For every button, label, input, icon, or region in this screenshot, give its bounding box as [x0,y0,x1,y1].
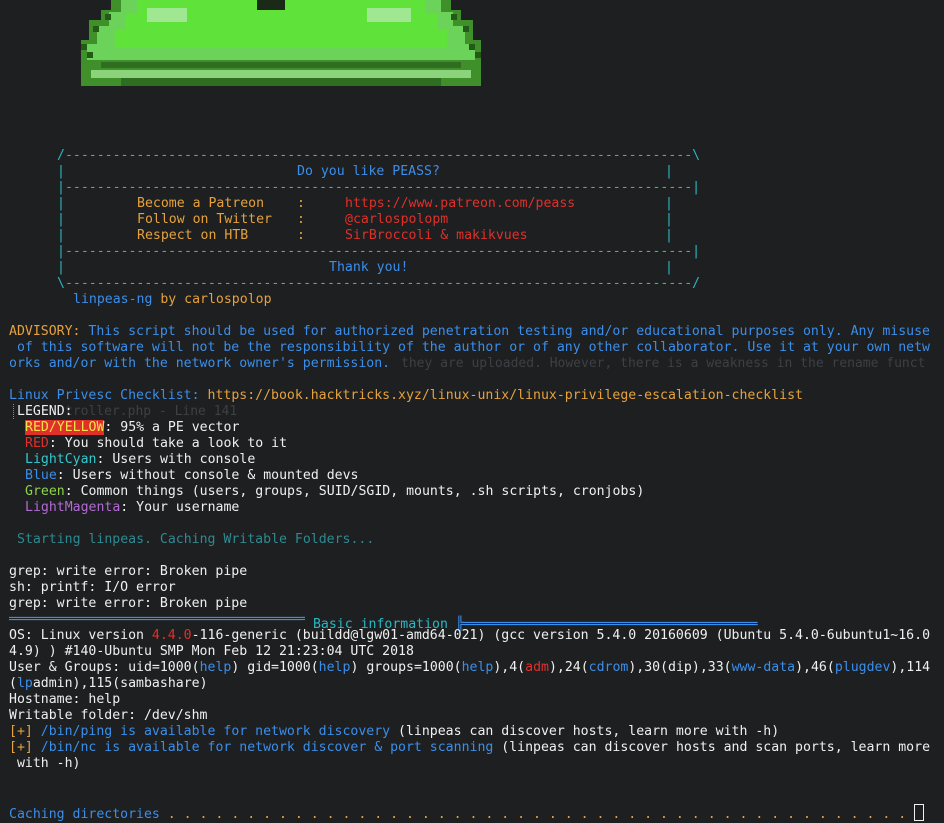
patreon-link[interactable]: https://www.patreon.com/peass [345,196,575,212]
ghost-text: troller.php - Line 141 [65,404,238,419]
banner-border: | [665,164,673,179]
patreon-sep: : [297,196,305,211]
writable-folder-line: Writable folder: /dev/shm [9,708,208,723]
error-line: sh: printf: I/O error [9,580,176,595]
advisory-line-2: of this software will not be the respons… [9,340,930,355]
user-groups-line-1: User & Groups: uid=1000(help) gid=1000(h… [9,660,931,675]
twitter-handle: @carlospolopm [345,212,449,227]
banner-thanks: Thank you! [329,260,409,275]
patreon-label: Become a Patreon [137,196,265,211]
nc-line-2: with -h) [9,756,81,771]
advisory-line-1: ADVISORY: This script should be used for… [9,324,930,339]
checklist-link[interactable]: https://book.hacktricks.xyz/linux-unix/l… [200,388,803,403]
legend-item-green: Green: Common things (users, groups, SUI… [25,484,645,499]
legend-item-lightmagenta: LightMagenta: Your username [25,500,240,515]
starting-message: Starting linpeas. Caching Writable Folde… [17,532,375,547]
caching-directories-line: Caching directories . . . . . . . . . . … [9,804,925,822]
os-line-1: OS: Linux version 4.4.0-116-generic (bui… [9,628,931,643]
twitter-sep: : [297,212,305,227]
error-line: grep: write error: Broken pipe [9,564,248,579]
nc-line-1: [+] /bin/nc is available for network dis… [9,740,931,755]
legend-item-red: RED: You should take a look to it [25,436,288,451]
htb-sep: : [297,228,305,243]
legend-item-red-yellow: RED/YELLOW: 95% a PE vector [25,420,240,435]
user-groups-line-2: (lpadmin),115(sambashare) [9,676,208,691]
banner-border: | [57,164,65,179]
checklist-line: Linux Privesc Checklist: https://book.ha… [9,388,803,403]
hostname-line: Hostname: help [9,692,121,707]
linpeas-frog-logo [81,0,481,86]
legend-item-lightcyan: LightCyan: Users with console [25,452,256,467]
htb-names: SirBroccoli & makikvues [345,228,528,243]
banner-border-bottom: \---------------------------------------… [57,276,701,291]
legend-title: LEGEND: [13,404,73,420]
twitter-label: Follow on Twitter [137,212,272,227]
author-line: linpeas-ng by carlospolop [73,292,272,307]
htb-label: Respect on HTB [137,228,249,243]
banner-divider: |---------------------------------------… [57,244,701,259]
error-line: grep: write error: Broken pipe [9,596,248,611]
banner-divider: |---------------------------------------… [57,180,701,195]
legend-item-blue: Blue: Users without console & mounted de… [25,468,359,483]
ping-line: [+] /bin/ping is available for network d… [9,724,780,739]
advisory-line-3: orks and/or with the network owner's per… [9,356,391,371]
banner-title: Do you like PEASS? [297,164,440,179]
os-line-2: 4.9) ) #140-Ubuntu SMP Mon Feb 12 21:23:… [9,644,414,659]
ghost-text: they are uploaded. However, there is a w… [401,356,926,371]
banner-border-top: /---------------------------------------… [57,148,701,163]
terminal-cursor [914,804,925,821]
section-header-basic-information: ═════════════════════════════════════╣ B… [9,612,758,632]
